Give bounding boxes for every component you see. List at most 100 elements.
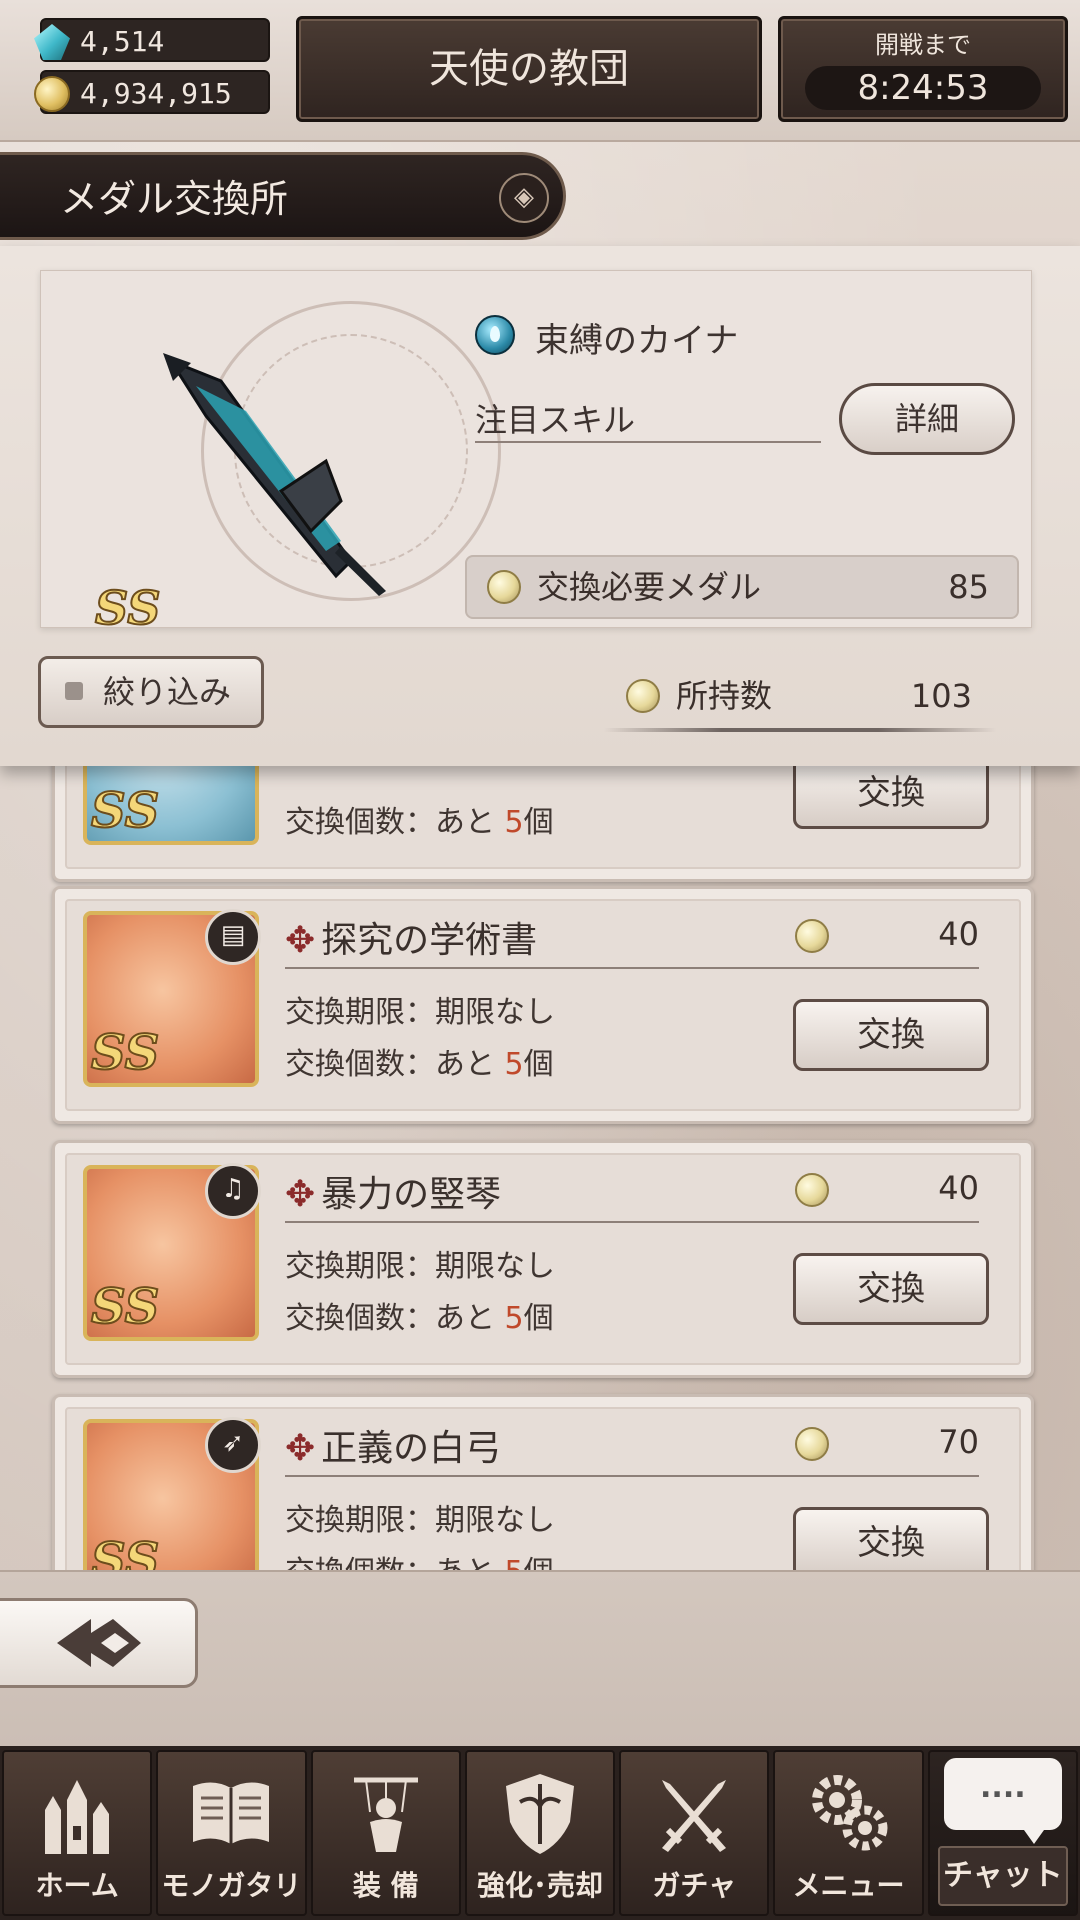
coin-icon xyxy=(34,76,70,112)
exchange-count: 交換個数：あと 5個 xyxy=(285,1547,554,1570)
exchange-count: 交換個数：あと 5個 xyxy=(285,797,554,841)
count-number: 5 xyxy=(504,805,524,840)
count-prefix: 交換個数：あと xyxy=(285,805,495,840)
top-bar: 4,514 4,934,915 天使の教団 開戦まで 8:24:53 xyxy=(0,0,1080,142)
nav-equipment-label: 装 備 xyxy=(352,1869,419,1902)
weapon-icon xyxy=(163,353,386,596)
gem-counter: 4,514 xyxy=(34,18,270,62)
gem-count: 4,514 xyxy=(80,25,165,58)
cross-mark-icon: ✥ xyxy=(285,920,316,961)
nav-story[interactable]: モノガタリ xyxy=(156,1750,307,1916)
count-suffix: 個 xyxy=(523,1047,554,1082)
exchange-button[interactable]: 交換 xyxy=(793,999,989,1071)
guild-title[interactable]: 天使の教団 xyxy=(296,16,762,122)
count-suffix: 個 xyxy=(524,1555,554,1570)
diamond-emblem-icon: ◈ xyxy=(499,173,549,223)
item-thumbnail[interactable]: SS xyxy=(83,766,259,845)
medal-icon xyxy=(487,570,521,604)
item-cost-value: 40 xyxy=(938,915,979,953)
nav-home[interactable]: ホーム xyxy=(2,1750,153,1916)
cross-mark-icon: ✥ xyxy=(285,1174,316,1215)
item-cost-value: 70 xyxy=(938,1423,979,1461)
crossed-swords-icon xyxy=(662,1780,727,1852)
list-item: ▤ SS ✥ 探究の学術書 40 交換期限：期限なし 交換個数：あと 5個 交換 xyxy=(52,886,1034,1124)
medal-icon xyxy=(795,1173,829,1207)
back-button[interactable] xyxy=(0,1598,198,1688)
section-title: メダル交換所 xyxy=(60,177,289,221)
back-bar xyxy=(0,1570,1080,1748)
exchange-count: 交換個数：あと 5個 xyxy=(285,1039,554,1083)
tome-type-icon: ▤ xyxy=(205,909,261,965)
timer-label: 開戦まで xyxy=(875,31,971,59)
battle-timer[interactable]: 開戦まで 8:24:53 xyxy=(778,16,1068,122)
filter-checkbox-icon xyxy=(65,682,83,700)
gem-icon xyxy=(34,24,70,60)
water-element-icon xyxy=(475,315,515,355)
nav-home-label: ホーム xyxy=(35,1869,119,1902)
exchange-button[interactable]: 交換 xyxy=(793,766,989,829)
list-item: ➶ SS ✥正義の白弓 70 交換期限：期限なし 交換個数：あと 5個 交換 xyxy=(52,1394,1034,1570)
castle-icon xyxy=(45,1780,110,1854)
rank-badge: SS xyxy=(90,782,160,840)
coin-counter: 4,934,915 xyxy=(34,70,270,114)
exchange-button[interactable]: 交換 xyxy=(793,1507,989,1570)
count-prefix: 交換個数：あと xyxy=(285,1555,495,1570)
featured-panel: SS 束縛のカイナ 注目スキル 詳細 交換必要メダル 85 絞り込み 所持数 1… xyxy=(0,246,1080,766)
filter-button[interactable]: 絞り込み xyxy=(38,656,264,728)
count-prefix: 交換個数：あと xyxy=(285,1047,495,1082)
medal-icon xyxy=(626,679,660,713)
rank-badge: SS xyxy=(90,1024,160,1082)
nav-gacha-label: ガチャ xyxy=(652,1869,737,1902)
item-cost-value: 40 xyxy=(938,1169,979,1207)
featured-name-text: 束縛のカイナ xyxy=(535,321,739,361)
nav-equipment[interactable]: 装 備 xyxy=(310,1750,461,1916)
card-divider xyxy=(285,1475,979,1477)
item-thumbnail[interactable]: ▤ SS xyxy=(83,909,261,1087)
nav-chat[interactable]: .... チャット xyxy=(927,1750,1078,1916)
book-icon xyxy=(193,1782,270,1844)
exchange-button[interactable]: 交換 xyxy=(793,1253,989,1325)
count-number: 5 xyxy=(504,1047,524,1082)
item-thumbnail[interactable]: ➶ SS xyxy=(83,1417,261,1570)
count-suffix: 個 xyxy=(523,1301,554,1336)
filter-label: 絞り込み xyxy=(103,673,232,711)
item-name: 暴力の竪琴 xyxy=(321,1174,502,1215)
nav-story-label: モノガタリ xyxy=(161,1869,302,1902)
list-item: SS 交換個数：あと 5個 交換 xyxy=(52,766,1034,882)
chat-bubble-icon: .... xyxy=(943,1758,1062,1844)
featured-item-name: 束縛のカイナ xyxy=(475,313,739,362)
count-number: 5 xyxy=(504,1301,524,1336)
count-suffix: 個 xyxy=(523,805,554,840)
item-cost: 40 xyxy=(795,915,979,953)
featured-card: SS 束縛のカイナ 注目スキル 詳細 交換必要メダル 85 xyxy=(40,270,1032,636)
owned-divider xyxy=(604,728,996,732)
list-item: ♫ SS ✥ 暴力の竪琴 40 交換期限：期限なし 交換個数：あと 5個 交換 xyxy=(52,1140,1034,1378)
medal-icon xyxy=(795,1427,829,1461)
owned-label: 所持数 xyxy=(676,677,773,715)
exchange-limit: 交換期限：期限なし xyxy=(285,1503,555,1538)
nav-menu[interactable]: メニュー xyxy=(773,1750,924,1916)
detail-button[interactable]: 詳細 xyxy=(839,383,1015,455)
exchange-limit: 交換期限：期限なし xyxy=(285,1249,555,1284)
nav-enhance-sell[interactable]: 強化･売却 xyxy=(464,1750,616,1916)
required-medal-value: 85 xyxy=(948,568,989,606)
exchange-count: 交換個数：あと 5個 xyxy=(285,1293,554,1337)
owned-value: 103 xyxy=(910,677,972,715)
nav-gacha[interactable]: ガチャ xyxy=(619,1750,770,1916)
count-prefix: 交換個数：あと xyxy=(285,1301,495,1336)
owned-medals: 所持数 103 xyxy=(604,666,996,732)
puppet-icon xyxy=(353,1777,418,1852)
rank-badge: SS xyxy=(90,1532,160,1570)
rank-badge: SS xyxy=(90,1278,160,1336)
count-number: 5 xyxy=(505,1555,524,1570)
item-thumbnail[interactable]: ♫ SS xyxy=(83,1163,261,1341)
nav-menu-label: メニュー xyxy=(792,1869,905,1902)
item-title: ✥ 探究の学術書 xyxy=(285,911,537,963)
featured-skill-label: 注目スキル xyxy=(475,395,821,443)
card-divider xyxy=(285,1221,979,1223)
back-arrow-icon xyxy=(57,1619,141,1667)
exchange-list[interactable]: SS 交換個数：あと 5個 交換 ▤ SS ✥ 探究の学術書 40 交換期限：期限… xyxy=(0,766,1080,1570)
item-cost: 40 xyxy=(795,1169,979,1207)
medal-icon xyxy=(795,919,829,953)
coin-count: 4,934,915 xyxy=(80,77,232,110)
